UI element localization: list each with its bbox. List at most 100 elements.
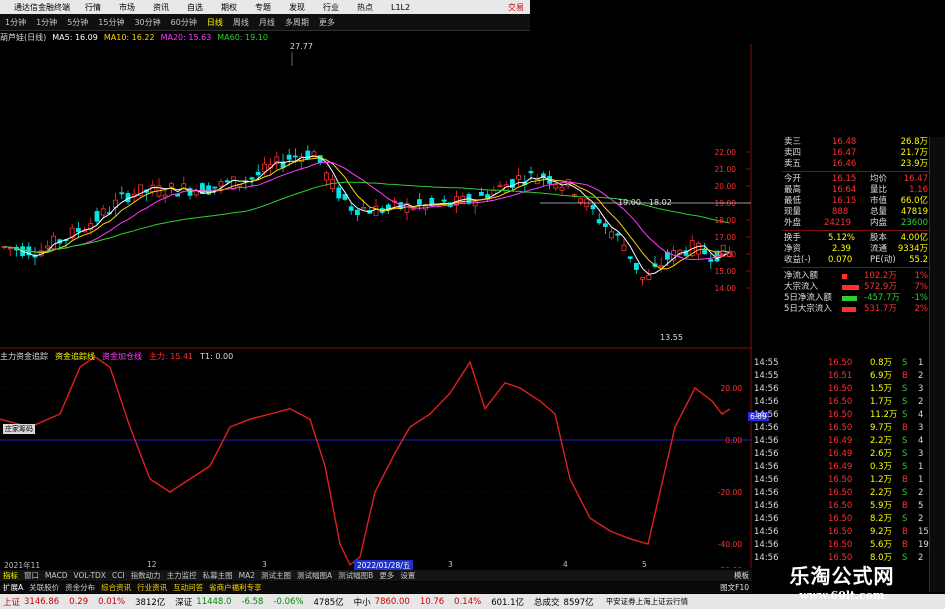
candle-body <box>212 186 218 189</box>
chart-area[interactable]: 22.00 21.00 20.00 19.00 18.00 17.00 16.00 15.00… <box>0 44 752 568</box>
tick-side: S <box>902 514 908 524</box>
indicator-param-4: T1: 0.00 <box>200 351 234 361</box>
zx-index-label[interactable]: 中小 <box>354 596 371 608</box>
sh-index-pct: 0.01% <box>98 596 126 607</box>
tick-row: 14:55 16.50 0.8万 S 1 <box>752 358 928 369</box>
flow-row: 净流入额 102.2万 1% <box>752 271 930 282</box>
sh-index-amount: 3812亿 <box>135 597 166 608</box>
tick-list[interactable]: 14:55 16.50 0.8万 S 1 14:55 16.51 6.9万 B 2 14:56 16.… <box>752 358 929 568</box>
indicator-tab[interactable]: 指标 <box>0 570 21 581</box>
period-tab[interactable]: 更多 <box>314 17 340 28</box>
period-tab[interactable]: 多周期 <box>280 17 314 28</box>
menu-item-zixun[interactable]: 资讯 <box>144 2 178 13</box>
tick-row: 14:56 16.50 9.2万 B 15 <box>752 527 929 538</box>
period-tab[interactable]: 月线 <box>254 17 280 28</box>
indicator-legend: 主力资金追踪 资金追踪线 资金加仓线 主力: 15.41 T1: 0.00 <box>0 350 240 362</box>
zx-index-amount: 601.1亿 <box>491 597 525 608</box>
tick-side: B <box>902 540 908 550</box>
info-tab[interactable]: 行业资讯 <box>134 582 170 593</box>
indicator-name[interactable]: 主力资金追踪 <box>0 351 48 362</box>
tick-count: 3 <box>918 423 924 433</box>
sz-index-label[interactable]: 深证 <box>175 596 192 608</box>
menu-item-hangye[interactable]: 行业 <box>314 2 348 13</box>
menu-item-l1l2[interactable]: L1L2 <box>382 3 419 12</box>
candle-body <box>603 223 608 227</box>
account-button[interactable]: 交易 <box>508 2 530 13</box>
date-tick: 3 <box>448 560 453 569</box>
indicator-tab[interactable]: 设置 <box>397 570 418 581</box>
menu-item-redian[interactable]: 热点 <box>348 2 382 13</box>
info-tab[interactable]: 省商户福利专享 <box>206 582 265 593</box>
candle-body <box>572 194 577 196</box>
period-tab[interactable]: 5分钟 <box>62 17 93 28</box>
ask-price: 16.46 <box>832 159 857 169</box>
period-tab[interactable]: 30分钟 <box>129 17 165 28</box>
tick-time: 14:56 <box>754 501 779 511</box>
tick-count: 2 <box>918 371 924 381</box>
indicator-param-1: 资金追踪线 <box>55 351 95 361</box>
sz-index-pct: -0.06% <box>273 596 304 607</box>
candle-body <box>478 191 484 196</box>
menu-item-qiquan[interactable]: 期权 <box>212 2 246 13</box>
sh-index-change: 0.29 <box>69 596 89 607</box>
candle-body <box>119 192 125 195</box>
total-volume-label: 总成交 <box>534 597 560 608</box>
indicator-tab[interactable]: 私募主图 <box>200 570 236 581</box>
right-sidebar[interactable] <box>929 137 945 592</box>
indicator-tab[interactable]: 更多 <box>376 570 397 581</box>
stat-row: 收益(-) 0.070 PE(动) 55.2 <box>752 255 930 266</box>
tick-row: 14:56 16.50 9.7万 B 3 <box>752 423 928 434</box>
stat-label: 流通 <box>870 244 888 254</box>
candle-body <box>578 198 583 203</box>
indicator-tab[interactable]: MACD <box>42 571 70 580</box>
info-tab[interactable]: 关联股价 <box>26 582 62 593</box>
period-tab-active[interactable]: 日线 <box>202 17 228 28</box>
flow-label: 大宗流入 <box>784 282 819 292</box>
indicator-tab[interactable]: 测试主图 <box>258 570 294 581</box>
period-tab[interactable]: 周线 <box>228 17 254 28</box>
indicator-tab[interactable]: 指数动力 <box>128 570 164 581</box>
candle-body <box>429 198 435 205</box>
info-tab[interactable]: 综合资讯 <box>98 582 134 593</box>
period-tab[interactable]: 1分钟 <box>0 17 31 28</box>
stat-label: 股本 <box>870 233 888 243</box>
info-tab[interactable]: 互动问答 <box>170 582 206 593</box>
sh-index-label[interactable]: 上证 <box>3 596 20 608</box>
info-tab[interactable]: 资金分布 <box>62 582 98 593</box>
tick-row: 14:56 16.50 11.2万 S 4 <box>752 410 928 421</box>
indicator-axis-label: 20.00 <box>721 384 743 393</box>
tick-side: B <box>902 527 908 537</box>
tick-price: 16.50 <box>828 527 853 537</box>
indicator-tab[interactable]: VOL-TDX <box>70 571 108 580</box>
stock-name: 葫芦娃(日线) <box>0 32 47 42</box>
template-button[interactable]: 模板 <box>731 570 752 581</box>
menu-item-zhuanti[interactable]: 专题 <box>246 2 280 13</box>
menu-item-zixuan[interactable]: 自选 <box>178 2 212 13</box>
candle-body <box>559 186 565 191</box>
tick-side: S <box>902 384 908 394</box>
ma5-line <box>3 155 730 275</box>
broker-name[interactable]: 平安证券上海上证云行情 <box>606 596 689 607</box>
indicator-tab[interactable]: 测试幅图B <box>335 570 376 581</box>
indicator-tab[interactable]: MA2 <box>236 571 258 580</box>
period-tab[interactable]: 15分钟 <box>93 17 129 28</box>
tick-count: 3 <box>918 384 924 394</box>
indicator-tab[interactable]: 测试幅图A <box>294 570 335 581</box>
stat-value: 9334万 <box>897 244 928 254</box>
indicator-tab[interactable]: 窗口 <box>21 570 42 581</box>
period-tab[interactable]: 60分钟 <box>166 17 202 28</box>
tick-count: 1 <box>918 358 924 368</box>
tick-time: 14:56 <box>754 514 779 524</box>
menu-item-faxian[interactable]: 发现 <box>280 2 314 13</box>
indicator-tab[interactable]: CCI <box>109 571 128 580</box>
watermark-logo: 乐淘公式网 www.60lt.com <box>762 560 922 606</box>
tick-price: 16.50 <box>828 475 853 485</box>
menu-item-hangqing[interactable]: 行情 <box>76 2 110 13</box>
divider <box>782 230 930 231</box>
info-tab[interactable]: 扩展A <box>0 582 26 593</box>
menu-item-shichang[interactable]: 市场 <box>110 2 144 13</box>
period-tab[interactable]: 1分钟 <box>31 17 62 28</box>
f10-button[interactable]: 图文F10 <box>717 582 752 593</box>
price-axis-label: 22.00 <box>715 148 737 157</box>
indicator-tab[interactable]: 主力监控 <box>164 570 200 581</box>
